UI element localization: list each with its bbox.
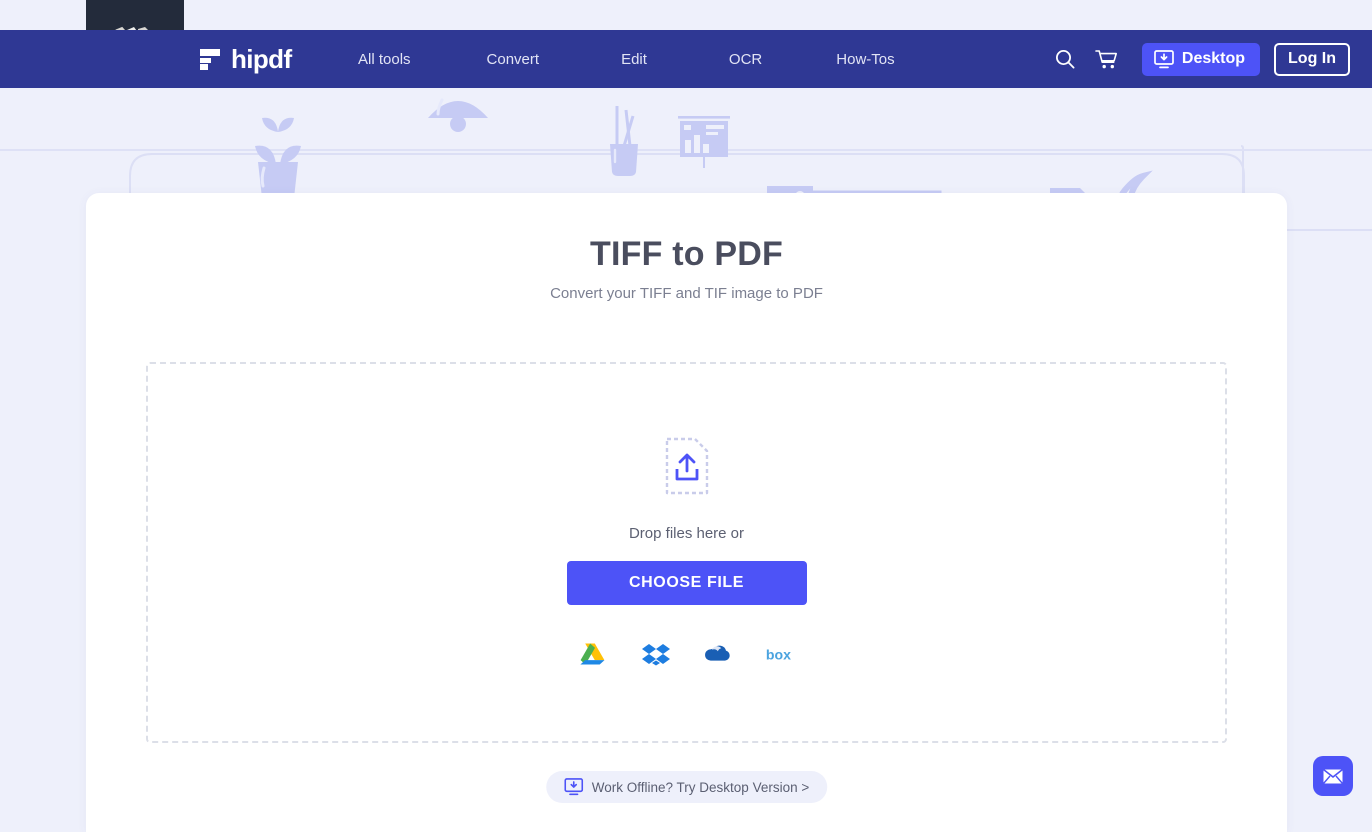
bar-chart-board-icon	[678, 116, 730, 168]
dropbox-icon[interactable]	[641, 641, 671, 667]
envelope-icon	[1323, 768, 1343, 784]
file-upload-icon-wrap	[665, 437, 709, 500]
page-title: TIFF to PDF	[590, 235, 783, 273]
desktop-download-button[interactable]: Desktop	[1141, 42, 1261, 76]
nav-right-actions: Desktop Log In	[1044, 38, 1350, 80]
search-button[interactable]	[1044, 38, 1086, 80]
login-button-label: Log In	[1288, 50, 1336, 67]
page-subtitle: Convert your TIFF and TIF image to PDF	[550, 285, 823, 302]
pencil-cup-icon	[610, 106, 638, 176]
choose-file-button[interactable]: CHOOSE FILE	[566, 561, 807, 605]
onedrive-icon[interactable]	[703, 641, 733, 667]
cloud-sources: box	[579, 641, 795, 667]
top-strip	[0, 0, 1372, 30]
box-icon[interactable]: box	[765, 641, 795, 667]
offline-desktop-pill[interactable]: Work Offline? Try Desktop Version >	[545, 771, 828, 803]
nav-link-all-tools[interactable]: All tools	[348, 51, 421, 68]
shopping-cart-icon	[1095, 49, 1118, 68]
hipdf-wordmark: hipdf	[231, 43, 292, 74]
desktop-download-icon	[1154, 49, 1174, 68]
google-drive-icon[interactable]	[579, 641, 609, 667]
hipdf-logo[interactable]: hipdf	[200, 44, 292, 75]
login-button[interactable]: Log In	[1274, 42, 1350, 76]
search-icon	[1055, 50, 1075, 69]
desktop-download-icon	[563, 778, 583, 796]
hanging-lamp-icon	[428, 98, 488, 132]
nav-links: All tools Convert Edit OCR How-Tos	[330, 51, 905, 68]
nav-link-edit[interactable]: Edit	[611, 51, 657, 68]
contact-mail-fab[interactable]	[1313, 756, 1353, 796]
page-root: wondershare hipdf All tools Convert Edit…	[0, 0, 1372, 832]
file-upload-icon	[665, 437, 708, 495]
desktop-button-label: Desktop	[1181, 50, 1246, 67]
potted-plant-icon	[255, 117, 301, 204]
svg-text:box: box	[765, 646, 790, 662]
offline-pill-label: Work Offline? Try Desktop Version >	[591, 779, 810, 795]
drop-files-text: Drop files here or	[628, 525, 745, 542]
main-navbar: hipdf All tools Convert Edit OCR How-Tos	[0, 30, 1372, 88]
nav-link-ocr[interactable]: OCR	[719, 51, 772, 68]
nav-link-how-tos[interactable]: How-Tos	[826, 51, 904, 68]
hipdf-logo-icon	[200, 49, 220, 70]
tool-card: TIFF to PDF Convert your TIFF and TIF im…	[86, 193, 1287, 832]
nav-link-convert[interactable]: Convert	[477, 51, 550, 68]
file-dropzone[interactable]: Drop files here or CHOOSE FILE box	[146, 362, 1227, 743]
cart-button[interactable]	[1086, 38, 1128, 80]
